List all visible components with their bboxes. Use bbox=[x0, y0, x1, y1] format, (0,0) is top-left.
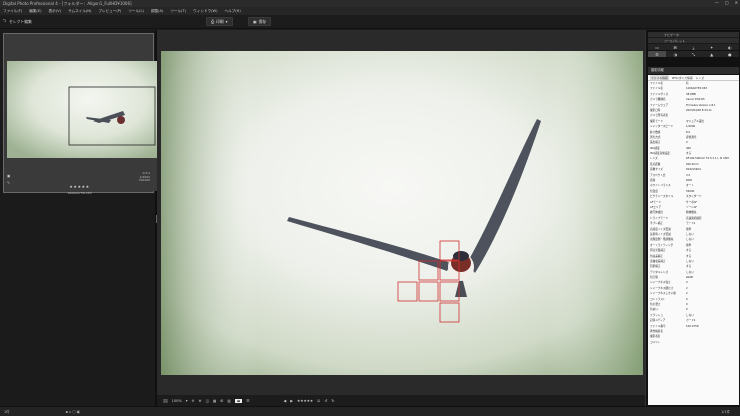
subtab-iptc[interactable]: IPTC/ボイス情報 bbox=[672, 75, 693, 80]
check-icon[interactable]: ▣ bbox=[7, 174, 10, 178]
rotate-right-icon[interactable]: ↻ bbox=[331, 399, 334, 403]
viewer-toolbar: ⛶ 100% ▾ ⊖ ⊕ ◫ ▦ ⊞ ▥ ▬ ☰ ◀ ▶ ★★★★★ ☑ ↺ ↻ bbox=[157, 395, 645, 406]
print-button[interactable]: ⎙ 印刷 ▾ bbox=[206, 17, 233, 26]
prev-icon[interactable]: ◀ bbox=[284, 399, 287, 403]
menu-bar: ファイル(F) 編集(E) 表示(V) サムネイル(N) プレビュー(P) ツー… bbox=[0, 7, 740, 15]
back-arrow-icon: ⮌ bbox=[3, 18, 7, 23]
layout-icon[interactable]: ▬ bbox=[234, 398, 243, 403]
info-tab-icon[interactable]: ▭ bbox=[648, 44, 666, 50]
save-icon: ▣ bbox=[253, 19, 257, 24]
split-icon[interactable]: ▥ bbox=[227, 399, 230, 403]
thumb-size-icon[interactable]: ▪ ▫ ▢ ▣ bbox=[66, 410, 80, 414]
info-key: コメント bbox=[650, 340, 661, 344]
palette-icon-row-1: ▭ ⌘ ⤓ ✦ ◐ bbox=[648, 44, 739, 51]
title-bar: Digital Photo Professional 4 - [フォルダー：Al… bbox=[0, 0, 740, 7]
zoom-in-icon[interactable]: ⊕ bbox=[199, 399, 202, 403]
thumbnail-filename: 1006A0758.CR3 bbox=[67, 191, 92, 195]
shooting-info-panel: ファイル情報 IPTC/ボイス情報 レンズ ファイル名有ファイル名 1006A07… bbox=[648, 75, 739, 405]
thumbnail-card[interactable]: 1/3.2 1/2000 ISO400 ▣ ✎ ★★★★★ 1006A0758.… bbox=[3, 33, 157, 195]
menu-tools-l[interactable]: ツール(L) bbox=[128, 9, 144, 14]
save-label: 保存 bbox=[258, 18, 267, 24]
main-photo bbox=[161, 51, 643, 375]
palette-icon-row-2: ⚙ ◑ ⤡ ▲ ● bbox=[648, 51, 739, 58]
thumbnail-image bbox=[7, 61, 157, 191]
thumbnail-panel: ↺ ⌕ 1/3.2 1/2000 ISO400 ▣ ✎ ★★★★★ bbox=[0, 30, 158, 406]
menu-preview[interactable]: プレビュー(P) bbox=[98, 9, 121, 14]
menu-file[interactable]: ファイル(F) bbox=[3, 9, 22, 14]
menu-view[interactable]: 表示(V) bbox=[49, 9, 61, 14]
status-right: 1/1件 bbox=[721, 410, 730, 414]
grid-icon[interactable]: ▦ bbox=[213, 399, 216, 403]
print-icon: ⎙ bbox=[211, 19, 215, 24]
gear-tab-icon[interactable]: ⚙ bbox=[648, 51, 667, 57]
tone-tab-icon[interactable]: ◑ bbox=[666, 51, 684, 57]
menu-window[interactable]: ウィンドウ(W) bbox=[193, 9, 217, 14]
minimize-button[interactable]: — bbox=[715, 0, 719, 5]
download-tab-icon[interactable]: ⤓ bbox=[684, 44, 702, 50]
compare-icon[interactable]: ◫ bbox=[206, 399, 209, 403]
info-row: コメント bbox=[648, 340, 739, 345]
maximize-button[interactable]: □ bbox=[725, 0, 729, 5]
zoom-out-icon[interactable]: ⊖ bbox=[192, 399, 195, 403]
thumbnail-meta: 1/3.2 1/2000 ISO400 bbox=[139, 171, 150, 183]
command-tab-icon[interactable]: ⌘ bbox=[666, 44, 684, 50]
menu-icon[interactable]: ☰ bbox=[246, 399, 249, 403]
toolbar: ⮌ セレクト編集 ⎙ 印刷 ▾ ▣ 保存 bbox=[0, 15, 740, 29]
info-value bbox=[686, 340, 739, 345]
sparkle-tab-icon[interactable]: ✦ bbox=[703, 44, 721, 50]
menu-edit[interactable]: 編集(E) bbox=[29, 9, 41, 14]
chevron-down-icon: ▾ bbox=[225, 19, 228, 24]
af-point-icon[interactable]: ⊞ bbox=[220, 399, 223, 403]
chevron-down-icon[interactable]: ▾ bbox=[186, 399, 188, 403]
back-label: セレクト編集 bbox=[9, 18, 32, 24]
viewer-rating-stars[interactable]: ★★★★★ bbox=[297, 399, 313, 403]
crop-tab-icon[interactable]: ⤡ bbox=[684, 51, 702, 57]
window-controls: — □ ✕ bbox=[715, 0, 738, 5]
info-rows: ファイル名有ファイル名 1006A0758.CR3 ファイルサイズ 38.8MB カメラ… bbox=[648, 81, 739, 345]
menu-thumbnail[interactable]: サムネイル(N) bbox=[68, 9, 91, 14]
palette-tabs: ナビゲータ ツールパレット ▭ ⌘ ⤓ ✦ ◐ ⚙ ◑ ⤡ ▲ ● bbox=[648, 32, 739, 58]
dot-tab-icon[interactable]: ● bbox=[721, 51, 739, 57]
check-mark-icon[interactable]: ☑ bbox=[317, 399, 320, 403]
print-label: 印刷 bbox=[216, 18, 224, 24]
info-panel-title: 撮影情報 bbox=[648, 67, 739, 74]
contrast-tab-icon[interactable]: ◐ bbox=[721, 44, 739, 50]
subtab-lens[interactable]: レンズ bbox=[696, 75, 704, 80]
window-title: Digital Photo Professional 4 - [フォルダー：Al… bbox=[3, 0, 132, 6]
thumb-meta-line: ISO400 bbox=[139, 178, 150, 183]
tool-palette: ナビゲータ ツールパレット ▭ ⌘ ⤓ ✦ ◐ ⚙ ◑ ⤡ ▲ ● 撮影情報 フ… bbox=[645, 30, 740, 406]
rotate-left-icon[interactable]: ↺ bbox=[324, 399, 327, 403]
subtab-file-info[interactable]: ファイル情報 bbox=[650, 75, 669, 80]
next-icon[interactable]: ▶ bbox=[290, 399, 293, 403]
close-button[interactable]: ✕ bbox=[735, 0, 738, 5]
fit-icon[interactable]: ⛶ bbox=[163, 398, 168, 403]
menu-help[interactable]: ヘルプ(H) bbox=[224, 9, 240, 14]
back-button[interactable]: ⮌ セレクト編集 bbox=[3, 18, 32, 25]
rating-stars[interactable]: ★★★★★ bbox=[4, 184, 155, 189]
zoom-level[interactable]: 100% bbox=[172, 399, 182, 403]
status-left: 1件 bbox=[4, 410, 10, 414]
triangle-tab-icon[interactable]: ▲ bbox=[703, 51, 721, 57]
status-bar: 1件 ▪ ▫ ▢ ▣ 1/1件 bbox=[0, 406, 740, 416]
menu-adjust[interactable]: 調整(A) bbox=[151, 9, 163, 14]
menu-tools-t[interactable]: ツール(T) bbox=[170, 9, 186, 14]
save-button[interactable]: ▣ 保存 bbox=[248, 17, 272, 26]
